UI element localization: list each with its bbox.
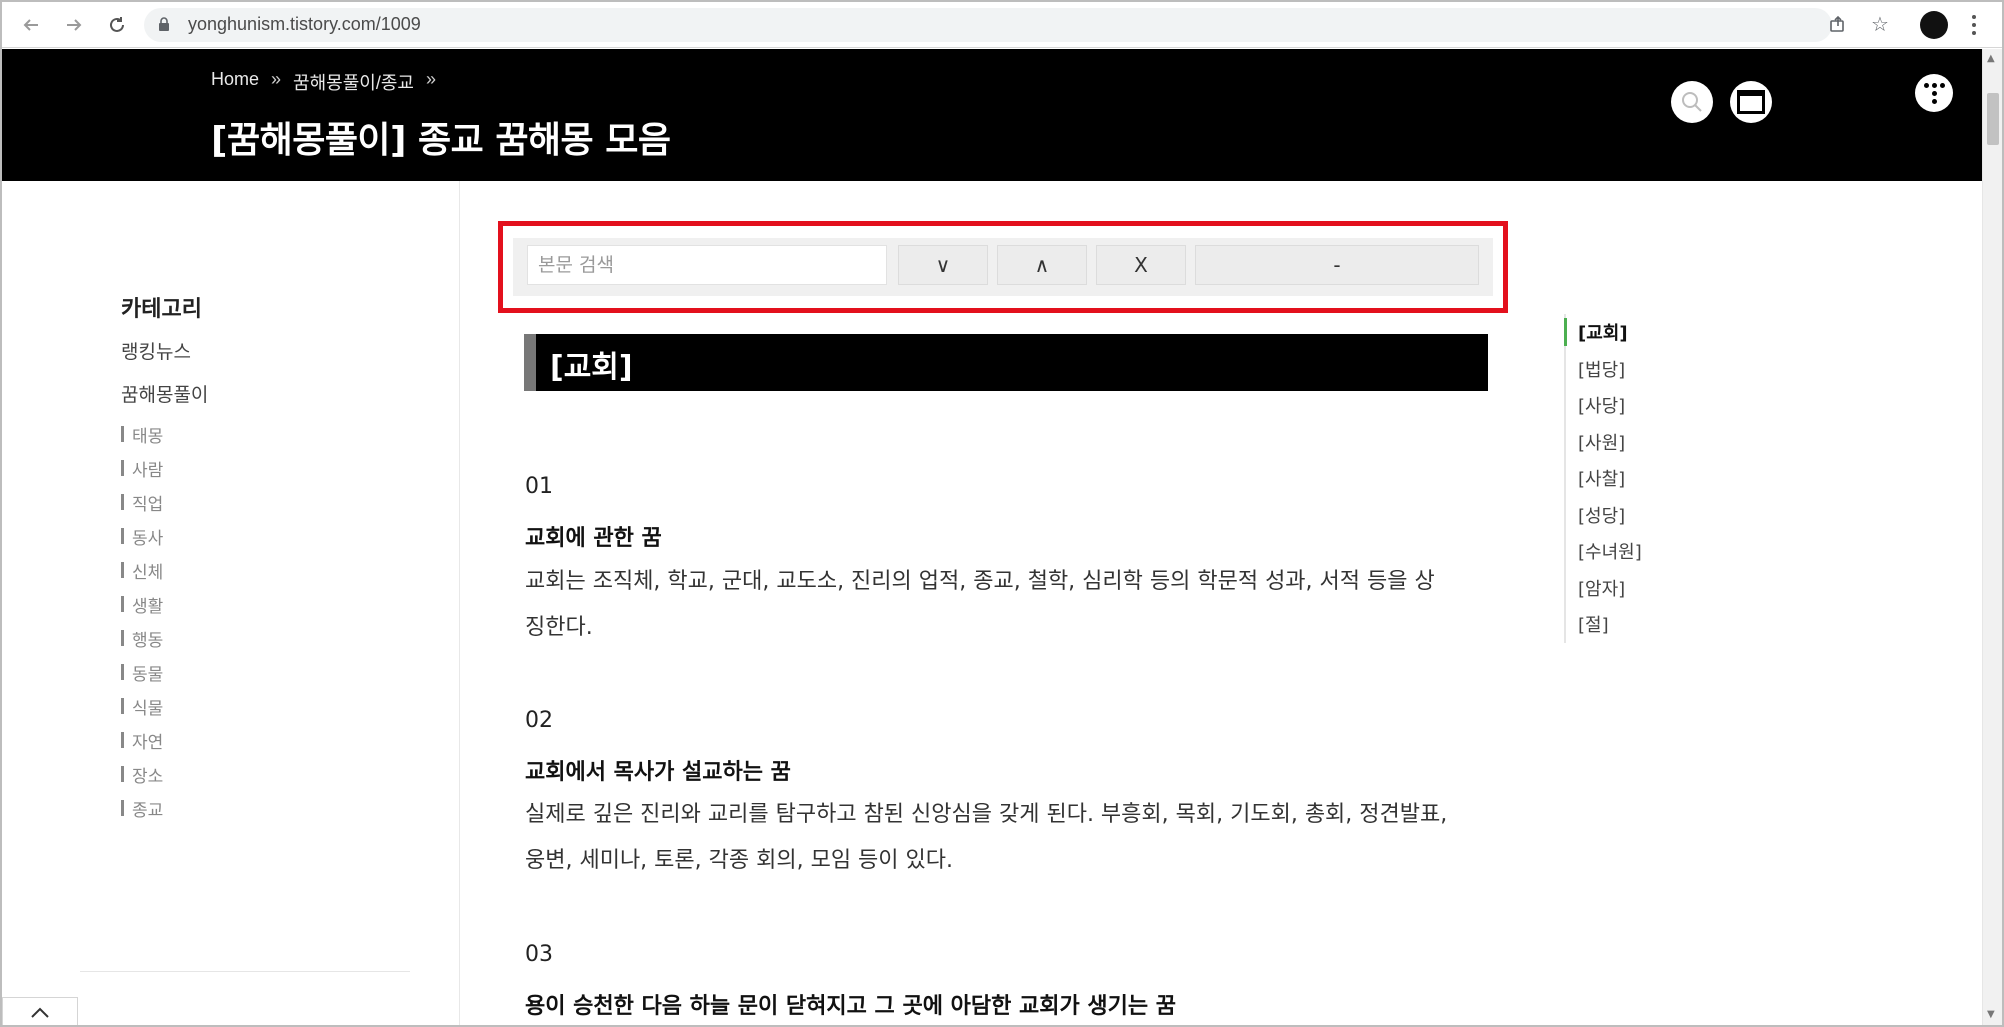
page-title: [꿈해몽풀이] 종교 꿈해몽 모음 — [211, 120, 671, 161]
address-bar[interactable]: yonghunism.tistory.com/1009 — [144, 8, 1832, 42]
body-search-box: ∨ ∧ X - — [498, 221, 1508, 313]
share-icon[interactable] — [1824, 10, 1852, 38]
sidebar-sub-item[interactable]: 신체 — [121, 553, 163, 587]
lock-icon — [159, 17, 169, 31]
scroll-up-icon[interactable]: ▲ — [1987, 53, 1995, 64]
category-sidebar: 카테고리 랭킹뉴스 꿈해몽풀이 태몽 사람 직업 동사 신체 생활 행동 동물 … — [2, 181, 460, 1025]
scroll-thumb[interactable] — [1987, 93, 1999, 145]
sidebar-sub-item[interactable]: 직업 — [121, 485, 163, 519]
browser-menu-icon[interactable] — [1964, 10, 1984, 40]
toc-item[interactable]: [사원] — [1566, 424, 1642, 461]
breadcrumb-category[interactable]: 꿈해몽풀이/종교 — [293, 69, 414, 95]
search-button[interactable] — [1671, 81, 1713, 123]
sidebar-sub-item[interactable]: 사람 — [121, 451, 163, 485]
toc-item[interactable]: [사찰] — [1566, 460, 1642, 497]
search-prev-button[interactable]: ∧ — [997, 245, 1087, 285]
sidebar-link-ranking-news[interactable]: 랭킹뉴스 — [121, 337, 191, 364]
toc-item[interactable]: [성당] — [1566, 497, 1642, 534]
browser-toolbar: yonghunism.tistory.com/1009 ☆ — [2, 2, 2002, 48]
toc-item[interactable]: [암자] — [1566, 570, 1642, 607]
url-text: yonghunism.tistory.com/1009 — [188, 14, 421, 34]
sidebar-sub-item[interactable]: 동물 — [121, 655, 163, 689]
breadcrumb-home[interactable]: Home — [211, 69, 259, 95]
sidebar-sub-item[interactable]: 생활 — [121, 587, 163, 621]
sidebar-sub-item[interactable]: 장소 — [121, 757, 163, 791]
breadcrumb-separator: » — [271, 69, 282, 89]
sidebar-sub-item[interactable]: 자연 — [121, 723, 163, 757]
breadcrumb: Home » 꿈해몽풀이/종교 » — [211, 69, 436, 95]
window-icon — [1737, 90, 1765, 114]
back-icon[interactable] — [16, 10, 46, 40]
apps-grid-icon — [1923, 82, 1945, 104]
sidebar-sub-item[interactable]: 종교 — [121, 791, 163, 825]
item-number: 03 — [525, 942, 553, 967]
site-header: Home » 꿈해몽풀이/종교 » [꿈해몽풀이] 종교 꿈해몽 모음 — [2, 49, 1982, 181]
item-title: 교회에서 목사가 설교하는 꿈 — [525, 760, 791, 785]
body-search-input[interactable] — [527, 245, 887, 285]
table-of-contents: [교회] [법당] [사당] [사원] [사찰] [성당] [수녀원] [암자]… — [1564, 314, 1642, 643]
search-icon — [1682, 92, 1702, 112]
sidebar-divider — [80, 971, 410, 972]
chevron-up-icon — [31, 1007, 49, 1018]
reload-icon[interactable] — [102, 10, 132, 40]
browser-window: yonghunism.tistory.com/1009 ☆ Home » 꿈해몽… — [0, 0, 2004, 1027]
profile-avatar[interactable] — [1920, 11, 1948, 39]
item-body: 실제로 깊은 진리와 교리를 탐구하고 참된 신앙심을 갖게 된다. 부흥회, … — [525, 802, 1448, 873]
sidebar-link-dream[interactable]: 꿈해몽풀이 — [121, 380, 208, 407]
search-result-count: - — [1195, 245, 1479, 285]
body-search-bar: ∨ ∧ X - — [513, 238, 1493, 296]
item-body: 교회는 조직체, 학교, 군대, 교도소, 진리의 업적, 종교, 철학, 심리… — [525, 569, 1435, 640]
toc-item[interactable]: [사당] — [1566, 387, 1642, 424]
scroll-down-icon[interactable]: ▼ — [1987, 1009, 1995, 1020]
item-number: 01 — [525, 474, 553, 499]
apps-menu-button[interactable] — [1915, 74, 1953, 112]
item-number: 02 — [525, 708, 553, 733]
sub-category-list: 태몽 사람 직업 동사 신체 생활 행동 동물 식물 자연 장소 종교 — [121, 417, 163, 825]
sidebar-sub-item[interactable]: 동사 — [121, 519, 163, 553]
category-title: 카테고리 — [121, 297, 202, 322]
sidebar-sub-item[interactable]: 태몽 — [121, 417, 163, 451]
sidebar-sub-item[interactable]: 행동 — [121, 621, 163, 655]
section-heading: [교회] — [524, 334, 1488, 391]
scroll-to-top-button[interactable] — [2, 997, 78, 1025]
search-close-button[interactable]: X — [1096, 245, 1186, 285]
toc-item[interactable]: [수녀원] — [1566, 533, 1642, 570]
breadcrumb-separator: » — [425, 69, 436, 89]
search-next-button[interactable]: ∨ — [898, 245, 988, 285]
page-scrollbar[interactable]: ▲ ▼ — [1982, 49, 2002, 1025]
forward-icon[interactable] — [59, 10, 89, 40]
bookmark-star-icon[interactable]: ☆ — [1866, 10, 1894, 38]
window-button[interactable] — [1730, 81, 1772, 123]
toc-item[interactable]: [절] — [1566, 606, 1642, 643]
sidebar-sub-item[interactable]: 식물 — [121, 689, 163, 723]
toc-item-church[interactable]: [교회] — [1564, 314, 1642, 351]
toc-item[interactable]: [법당] — [1566, 351, 1642, 388]
section-heading-text: [교회] — [550, 350, 633, 385]
item-title: 용이 승천한 다음 하늘 문이 닫혀지고 그 곳에 아담한 교회가 생기는 꿈 — [525, 994, 1176, 1019]
item-title: 교회에 관한 꿈 — [525, 526, 662, 551]
